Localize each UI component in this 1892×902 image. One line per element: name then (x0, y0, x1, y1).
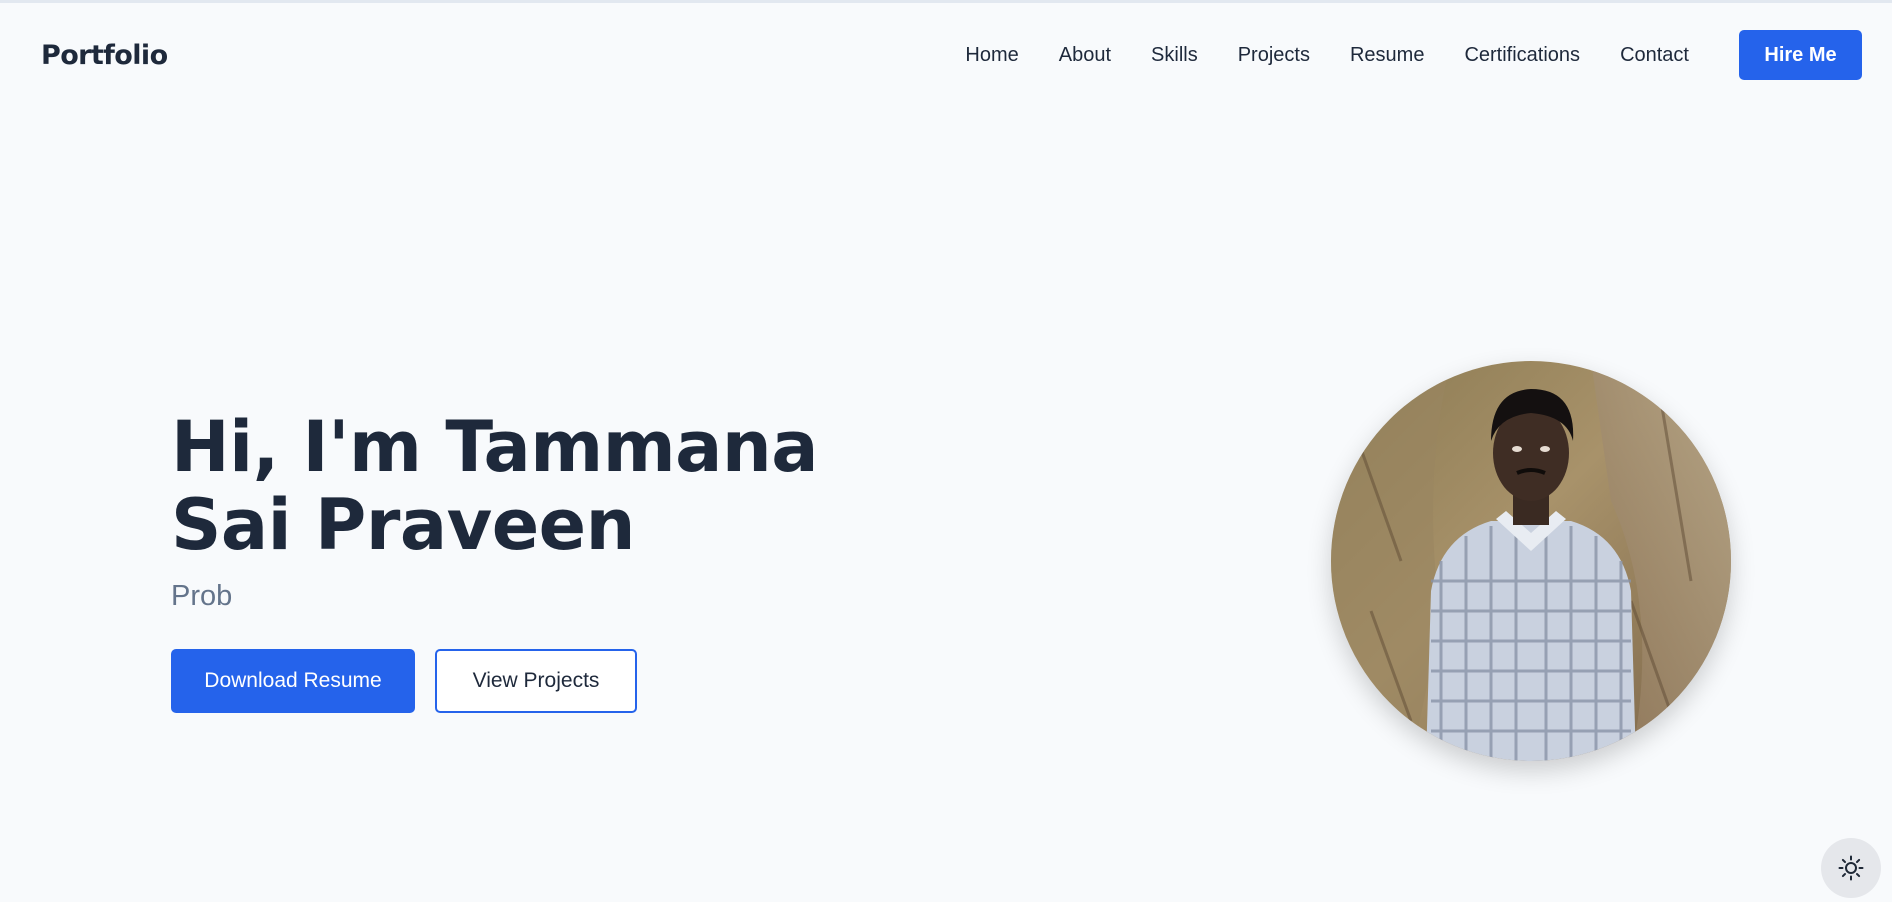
nav-home[interactable]: Home (965, 44, 1018, 67)
nav-skills[interactable]: Skills (1151, 44, 1198, 67)
site-logo[interactable]: Portfolio (41, 40, 168, 71)
nav-certifications[interactable]: Certifications (1464, 44, 1580, 67)
sun-icon (1838, 855, 1864, 881)
theme-toggle-button[interactable] (1821, 838, 1881, 898)
nav-resume[interactable]: Resume (1350, 44, 1424, 67)
view-projects-button[interactable]: View Projects (435, 649, 637, 713)
profile-photo (1331, 361, 1731, 761)
main-nav: Home About Skills Projects Resume Certif… (965, 30, 1862, 80)
profile-photo-illustration (1331, 361, 1731, 761)
hero-subtitle: Prob (171, 580, 233, 612)
download-resume-button[interactable]: Download Resume (171, 649, 415, 713)
site-header: Portfolio Home About Skills Projects Res… (0, 3, 1892, 107)
nav-about[interactable]: About (1059, 44, 1111, 67)
hire-me-button[interactable]: Hire Me (1739, 30, 1862, 80)
nav-projects[interactable]: Projects (1238, 44, 1310, 67)
nav-contact[interactable]: Contact (1620, 44, 1689, 67)
hero-title: Hi, I'm Tammana Sai Praveen (171, 406, 818, 566)
